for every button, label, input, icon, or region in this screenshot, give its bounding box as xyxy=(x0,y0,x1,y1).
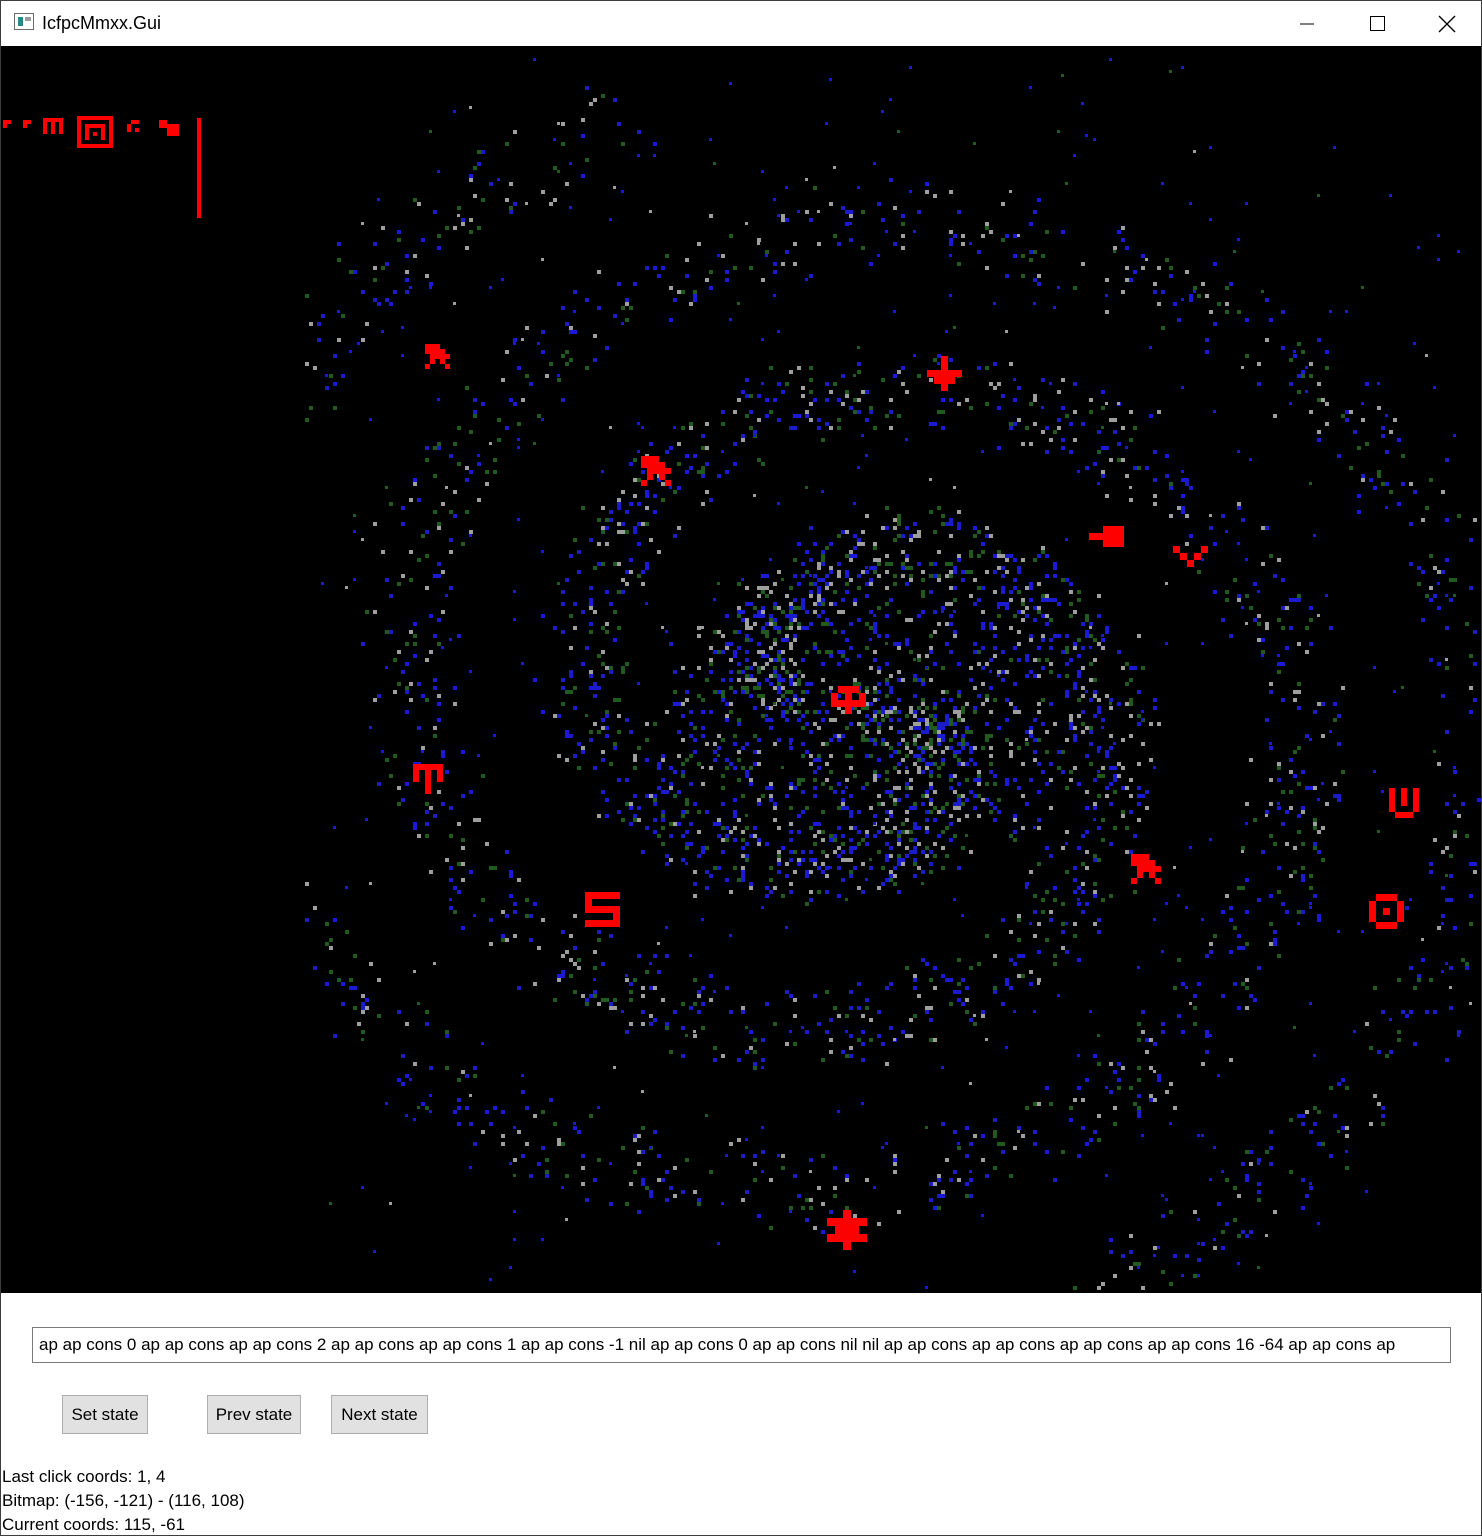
minimize-icon xyxy=(1300,23,1314,25)
galaxy-dots xyxy=(305,58,1481,1290)
next-state-button[interactable]: Next state xyxy=(331,1395,428,1434)
galaxy-canvas[interactable] xyxy=(1,46,1481,1293)
minimize-button[interactable] xyxy=(1272,1,1342,46)
ship-marker[interactable] xyxy=(827,1210,867,1250)
ship-marker[interactable] xyxy=(1173,546,1208,567)
maximize-button[interactable] xyxy=(1342,1,1412,46)
app-window-icon xyxy=(14,13,34,30)
prev-state-button[interactable]: Prev state xyxy=(207,1395,301,1434)
ship-marker[interactable] xyxy=(413,764,443,794)
last-click-coords: Last click coords: 1, 4 xyxy=(2,1467,166,1486)
state-input[interactable] xyxy=(32,1327,1451,1363)
ship-marker[interactable] xyxy=(425,344,450,369)
glyph-readout xyxy=(3,116,201,218)
ship-marker[interactable] xyxy=(585,892,620,927)
title-bar[interactable]: IcfpcMmxx.Gui xyxy=(1,1,1481,46)
ship-marker[interactable] xyxy=(1369,894,1404,929)
ship-marker[interactable] xyxy=(1089,526,1124,547)
ship-marker[interactable] xyxy=(641,456,671,486)
set-state-button[interactable]: Set state xyxy=(62,1395,148,1434)
app-window: IcfpcMmxx.Gui Set state Prev state Next … xyxy=(0,0,1482,1536)
ship-marker[interactable] xyxy=(1389,788,1419,818)
window-title: IcfpcMmxx.Gui xyxy=(42,13,162,33)
maximize-icon xyxy=(1370,16,1385,31)
current-coords: Current coords: 115, -61 xyxy=(2,1515,185,1534)
ship-marker[interactable] xyxy=(927,356,962,391)
ship-marker[interactable] xyxy=(1131,854,1161,884)
bitmap-bounds: Bitmap: (-156, -121) - (116, 108) xyxy=(2,1491,245,1510)
close-icon xyxy=(1438,15,1456,33)
red-glyph-markers xyxy=(413,344,1419,1250)
close-button[interactable] xyxy=(1412,1,1481,46)
galaxy-render[interactable] xyxy=(1,46,1481,1293)
